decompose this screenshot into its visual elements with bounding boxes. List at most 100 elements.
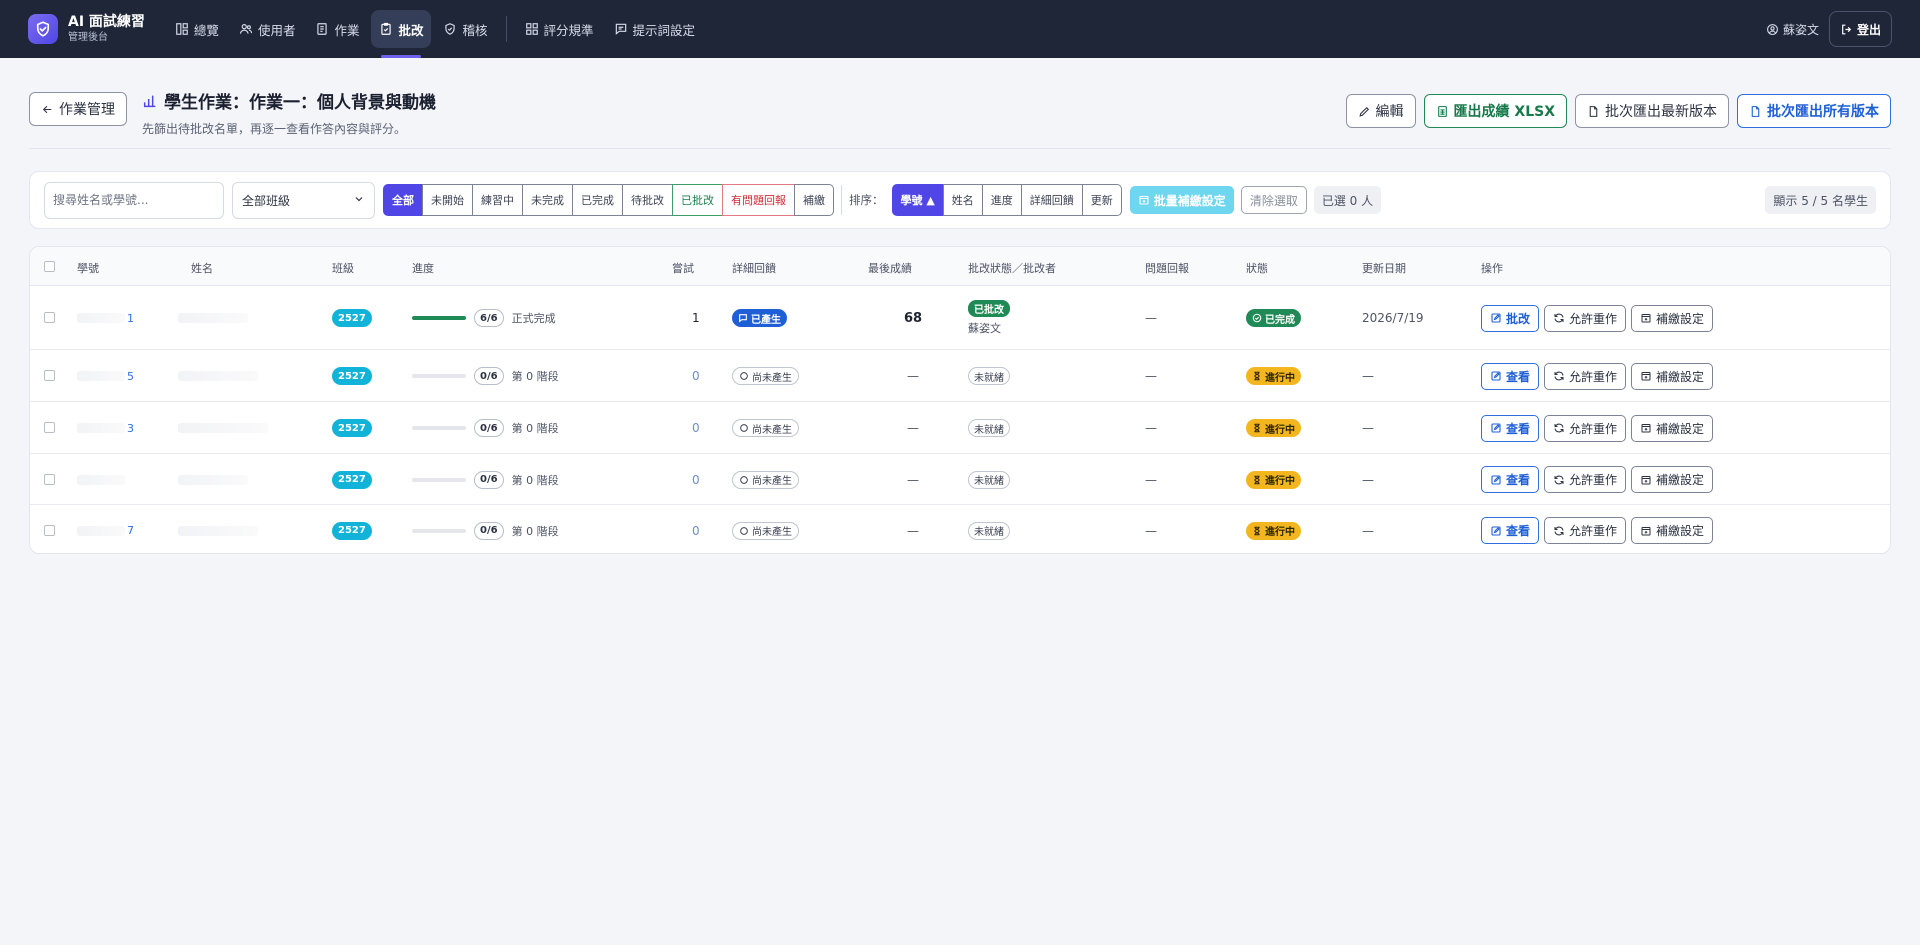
shield-logo-icon (28, 14, 58, 44)
status-tab-graded[interactable]: 已批改 (672, 184, 723, 216)
batch-export-all-button[interactable]: 批次匯出所有版本 (1737, 94, 1891, 128)
redacted-student-id (77, 525, 125, 536)
edit-square-icon (1490, 422, 1502, 434)
top-nav: AI 面試練習 管理後台 總覽 使用者 作業 批改 稽核 評分規準 提示詞設定 … (0, 0, 1920, 58)
nav-item-prompts[interactable]: 提示詞設定 (606, 10, 704, 48)
makeup-settings-button[interactable]: 補繳設定 (1631, 362, 1714, 390)
nav-item-overview[interactable]: 總覽 (167, 10, 227, 48)
bulk-makeup-button[interactable]: 批量補繳設定 (1129, 186, 1234, 214)
status-tab-incomplete[interactable]: 未完成 (522, 184, 573, 216)
status-tab-issue-reported[interactable]: 有問題回報 (722, 184, 795, 216)
status-tab-completed[interactable]: 已完成 (572, 184, 623, 216)
logout-button[interactable]: 登出 (1828, 11, 1892, 47)
sort-tab-name[interactable]: 姓名 (942, 184, 983, 216)
showing-count: 顯示 5 / 5 名學生 (1765, 186, 1876, 214)
row-checkbox[interactable] (44, 370, 55, 381)
arrow-left-icon (41, 103, 54, 116)
export-xlsx-button[interactable]: 匯出成績 XLSX (1423, 94, 1567, 128)
col-header-name[interactable]: 姓名 (191, 260, 213, 276)
status-filter-tabs: 全部 未開始 練習中 未完成 已完成 待批改 已批改 有問題回報 補繳 (383, 184, 834, 216)
spreadsheet-icon (1436, 105, 1449, 118)
status-tab-label: 待批改 (631, 194, 664, 207)
student-id-link[interactable]: 7 (127, 524, 134, 537)
primary-action-label: 查看 (1506, 369, 1531, 384)
clear-selection-button[interactable]: 清除選取 (1240, 186, 1307, 214)
brand[interactable]: AI 面試練習 管理後台 (28, 14, 145, 44)
row-checkbox[interactable] (44, 422, 55, 433)
status-tab-not-started[interactable]: 未開始 (422, 184, 473, 216)
allow-redo-button[interactable]: 允許重作 (1544, 362, 1627, 390)
edit-square-icon (1490, 370, 1502, 382)
col-header-student-id[interactable]: 學號 (77, 260, 99, 276)
select-all-checkbox[interactable] (44, 261, 55, 272)
final-score: — (907, 369, 919, 383)
makeup-settings-button[interactable]: 補繳設定 (1631, 414, 1714, 442)
grade-button[interactable]: 批改 (1481, 304, 1540, 332)
allow-redo-button[interactable]: 允許重作 (1544, 466, 1627, 493)
edit-button[interactable]: 編輯 (1345, 94, 1416, 128)
sort-tab-progress[interactable]: 進度 (981, 184, 1022, 216)
col-header-feedback[interactable]: 詳細回饋 (732, 260, 776, 276)
batch-export-latest-button[interactable]: 批次匯出最新版本 (1575, 94, 1729, 128)
nav-item-users[interactable]: 使用者 (231, 10, 304, 48)
sort-tab-updated[interactable]: 更新 (1081, 184, 1122, 216)
makeup-settings-button[interactable]: 補繳設定 (1631, 466, 1714, 493)
table-row: 5 2527 0/6 第 0 階段 0 尚未產生 — 未就緒 — 進行中 — 查看 允許重作 補繳設定 (30, 350, 1890, 402)
view-button[interactable]: 查看 (1481, 517, 1540, 544)
sort-tab-label: 學號 ▲ (900, 194, 935, 207)
status-badge-label: 已完成 (1265, 314, 1295, 326)
makeup-settings-button[interactable]: 補繳設定 (1631, 517, 1714, 544)
status-tab-practicing[interactable]: 練習中 (472, 184, 523, 216)
status-tab-pending-grading[interactable]: 待批改 (622, 184, 673, 216)
student-id-link[interactable]: 3 (127, 422, 134, 435)
view-button[interactable]: 查看 (1481, 466, 1540, 493)
allow-redo-button[interactable]: 允許重作 (1544, 517, 1627, 544)
status-tab-makeup[interactable]: 補繳 (794, 184, 834, 216)
final-score: — (907, 472, 919, 487)
status-badge: 已完成 (1246, 309, 1301, 327)
row-checkbox[interactable] (44, 312, 55, 323)
col-header-updated[interactable]: 更新日期 (1362, 260, 1406, 276)
makeup-settings-button[interactable]: 補繳設定 (1631, 304, 1714, 332)
sort-tab-student-id[interactable]: 學號 ▲ (891, 184, 944, 216)
nav-items: 總覽 使用者 作業 批改 稽核 評分規準 提示詞設定 (167, 10, 707, 58)
allow-redo-button[interactable]: 允許重作 (1544, 414, 1627, 442)
table-row: 7 2527 0/6 第 0 階段 0 尚未產生 — 未就緒 — 進行中 — 查看 允許重作 補繳設定 (30, 505, 1890, 553)
col-header-progress[interactable]: 進度 (412, 260, 434, 276)
sort-tab-feedback[interactable]: 詳細回饋 (1020, 184, 1083, 216)
col-header-attempts: 嘗試 (672, 262, 694, 275)
allow-redo-label: 允許重作 (1569, 473, 1618, 487)
issue-report: — (1145, 421, 1157, 435)
edit-square-icon (1490, 312, 1502, 324)
calendar-plus-icon (1138, 194, 1150, 206)
view-button[interactable]: 查看 (1481, 414, 1540, 442)
status-tab-all[interactable]: 全部 (383, 184, 423, 216)
sort-tab-label: 詳細回饋 (1029, 194, 1074, 207)
nav-item-assignments[interactable]: 作業 (307, 10, 367, 48)
showing-count-text: 顯示 5 / 5 名學生 (1773, 193, 1868, 208)
progress-bar (412, 426, 466, 430)
feedback-badge[interactable]: 已產生 (732, 309, 787, 327)
primary-action-label: 查看 (1506, 473, 1531, 487)
table-header: 學號 姓名 班級 進度 嘗試 詳細回饋 最後成績 批改狀態／批改者 問題回報 狀… (30, 247, 1890, 286)
logout-icon (1840, 23, 1853, 36)
nav-user-name: 蘇姿文 (1782, 22, 1819, 37)
search-input[interactable] (44, 181, 224, 219)
row-checkbox[interactable] (44, 474, 55, 485)
message-icon (738, 313, 748, 323)
nav-item-rubric[interactable]: 評分規準 (517, 10, 602, 48)
grader-name: 蘇姿文 (968, 322, 1001, 335)
allow-redo-button[interactable]: 允許重作 (1544, 304, 1627, 332)
nav-item-audit[interactable]: 稽核 (435, 10, 495, 48)
student-id-link[interactable]: 1 (127, 312, 134, 325)
header-divider (29, 148, 1891, 149)
hourglass-icon (1252, 475, 1262, 485)
attempts-count[interactable]: 1 (692, 311, 700, 325)
row-checkbox[interactable] (44, 525, 55, 536)
student-id-link[interactable]: 5 (127, 370, 134, 383)
nav-item-grading[interactable]: 批改 (371, 10, 432, 58)
class-select[interactable]: 全部班級 (232, 181, 375, 219)
edit-label: 編輯 (1375, 104, 1404, 120)
back-button[interactable]: 作業管理 (29, 92, 127, 126)
view-button[interactable]: 查看 (1481, 362, 1540, 390)
